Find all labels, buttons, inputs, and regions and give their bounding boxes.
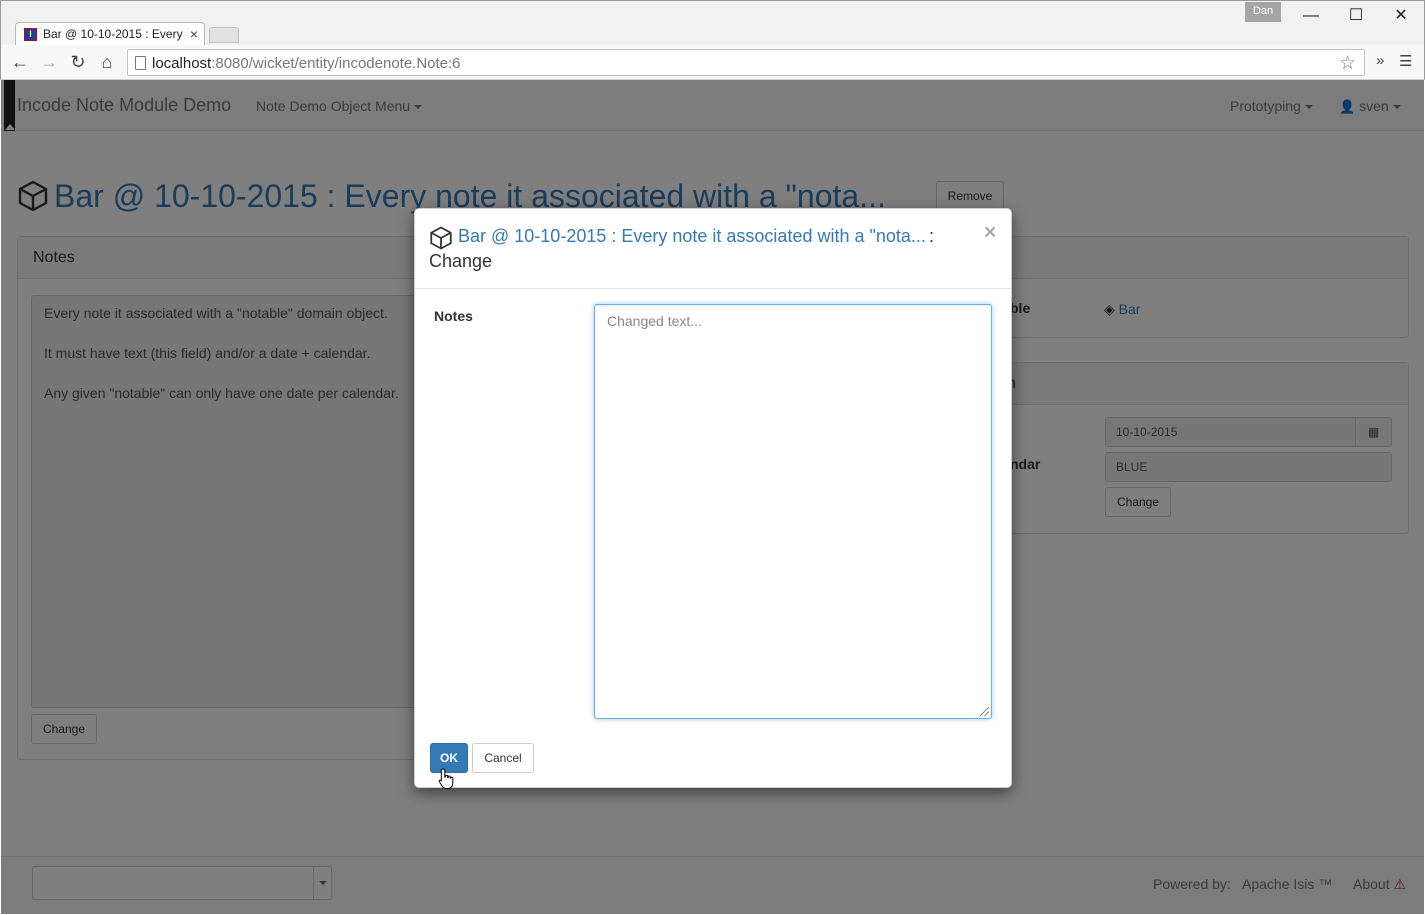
browser-tab[interactable]: I Bar @ 10-10-2015 : Every × xyxy=(15,22,205,46)
hand-pointer-cursor-icon xyxy=(438,768,454,789)
home-icon[interactable]: ⌂ xyxy=(96,51,118,73)
resize-handle-icon[interactable] xyxy=(980,707,989,716)
notes-textarea[interactable] xyxy=(594,304,992,719)
modal-header: Bar @ 10-10-2015 : Every note it associa… xyxy=(415,209,1011,289)
browser-profile-badge[interactable]: Dan xyxy=(1245,2,1281,22)
back-arrow-icon[interactable]: ← xyxy=(9,51,31,73)
change-notes-dialog: Bar @ 10-10-2015 : Every note it associa… xyxy=(414,208,1012,788)
notes-field-label: Notes xyxy=(434,308,473,324)
tab-title: Bar @ 10-10-2015 : Every xyxy=(43,27,183,41)
close-icon[interactable]: × xyxy=(984,221,996,245)
tab-close-icon[interactable]: × xyxy=(190,26,198,42)
bookmark-star-icon[interactable]: ☆ xyxy=(1339,52,1356,75)
browser-toolbar: ← → ↻ ⌂ localhost:8080/wicket/entity/inc… xyxy=(0,45,1425,80)
modal-title-separator: : xyxy=(929,226,935,246)
minimize-button[interactable]: — xyxy=(1291,5,1331,27)
url-text: localhost:8080/wicket/entity/incodenote.… xyxy=(152,55,461,72)
modal-title-link[interactable]: Bar @ 10-10-2015 : Every note it associa… xyxy=(458,226,926,247)
url-path: :8080/wicket/entity/incodenote.Note:6 xyxy=(211,55,461,72)
extensions-overflow-icon[interactable]: » xyxy=(1376,52,1384,69)
address-bar[interactable]: localhost:8080/wicket/entity/incodenote.… xyxy=(127,49,1365,76)
browser-titlebar: I Bar @ 10-10-2015 : Every × Dan — ☐ ✕ xyxy=(0,0,1425,46)
isis-favicon-icon: I xyxy=(24,28,37,41)
reload-icon[interactable]: ↻ xyxy=(67,51,89,73)
url-host: localhost xyxy=(152,55,212,72)
page-icon xyxy=(135,56,146,70)
new-tab-button[interactable] xyxy=(209,27,239,43)
close-window-button[interactable]: ✕ xyxy=(1381,5,1421,27)
modal-title-action: Change xyxy=(429,251,493,271)
forward-arrow-icon[interactable]: → xyxy=(38,51,60,73)
cancel-button[interactable]: Cancel xyxy=(472,743,534,773)
cube-icon xyxy=(430,226,452,250)
maximize-button[interactable]: ☐ xyxy=(1336,5,1376,27)
browser-menu-icon[interactable]: ☰ xyxy=(1399,52,1412,70)
